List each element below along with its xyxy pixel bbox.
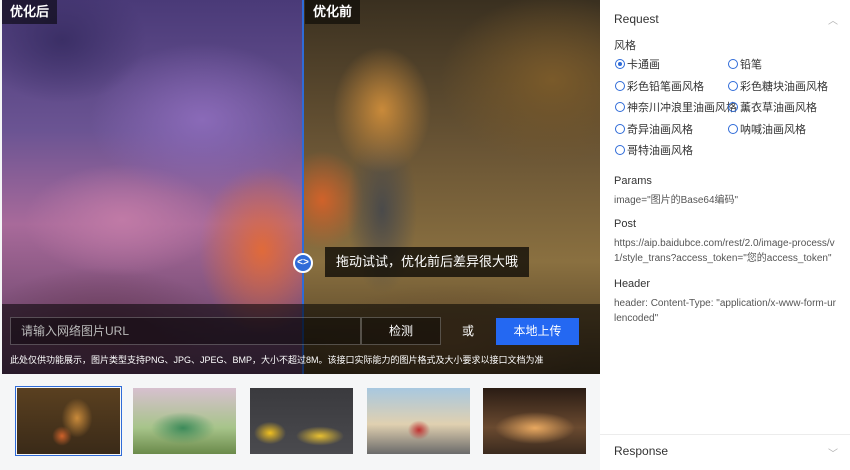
style-option-label: 薰衣草油画风格 — [740, 102, 817, 114]
params-body: image="图片的Base64编码" — [614, 195, 739, 206]
header-body: header: Content-Type: "application/x-www… — [614, 298, 836, 324]
response-title: Response — [614, 444, 669, 458]
style-label: 风格 — [614, 40, 636, 52]
post-url: https://aip.baidubce.com/rest/2.0/image-… — [614, 238, 835, 264]
radio-icon[interactable] — [728, 102, 738, 112]
chevron-up-icon[interactable]: ︿ — [828, 12, 838, 27]
thumbnail-girl-and-fox[interactable] — [15, 386, 122, 456]
detect-button[interactable]: 检测 — [361, 317, 441, 345]
style-option-label: 卡通画 — [627, 59, 660, 71]
url-bar: 检测 或 本地上传 此处仅供功能展示，图片类型支持PNG、JPG、JPEG、BM… — [2, 304, 600, 374]
style-option-cartoon[interactable]: 卡通画 — [615, 56, 660, 72]
chevron-down-icon[interactable]: ﹀ — [828, 445, 838, 460]
style-option-warm[interactable]: 彩色糖块油画风格 — [728, 78, 828, 94]
style-option-scream[interactable]: 呐喊油画风格 — [728, 121, 806, 137]
thumbnail-restaurant-interior[interactable] — [483, 388, 586, 454]
drag-handle-icon[interactable]: <> — [293, 253, 313, 273]
thumbnail-living-room[interactable] — [250, 388, 353, 454]
image-url-input[interactable] — [10, 317, 361, 345]
post-title: Post — [614, 218, 637, 230]
api-panel: Request ︿ 风格 卡通画 铅笔 彩色铅笔画风格 彩色糖块油画风格 神奈川… — [600, 0, 850, 470]
style-option-label: 彩色铅笔画风格 — [627, 81, 704, 93]
style-option-lavender[interactable]: 薰衣草油画风格 — [728, 99, 817, 115]
style-option-gothic[interactable]: 哥特油画风格 — [615, 142, 693, 158]
response-section-header[interactable]: Response ﹀ — [600, 434, 850, 470]
header-title: Header — [614, 278, 651, 290]
style-option-pencil[interactable]: 铅笔 — [728, 56, 762, 72]
thumbnail-train-cherry-blossom[interactable] — [133, 388, 236, 454]
style-option-label: 奇异油画风格 — [627, 124, 693, 136]
radio-icon[interactable] — [615, 145, 625, 155]
radio-icon[interactable] — [728, 81, 738, 91]
radio-icon[interactable] — [728, 59, 738, 69]
style-option-mononoke[interactable]: 奇异油画风格 — [615, 121, 693, 137]
params-title: Params — [614, 175, 652, 187]
radio-checked-icon[interactable] — [615, 59, 625, 69]
request-section-header[interactable]: Request ︿ — [600, 0, 850, 36]
demo-panel: <> 拖动试试，优化前后差异很大哦 优化后 优化前 检测 或 本地上传 此处仅供… — [0, 0, 600, 470]
before-label: 优化前 — [305, 0, 361, 24]
drag-hint-tooltip: 拖动试试，优化前后差异很大哦 — [325, 247, 530, 277]
radio-icon[interactable] — [615, 102, 625, 112]
radio-icon[interactable] — [728, 124, 738, 134]
usage-notice: 此处仅供功能展示，图片类型支持PNG、JPG、JPEG、BMP，大小不超过8M。… — [10, 355, 544, 365]
or-separator: 或 — [462, 324, 475, 338]
radio-icon[interactable] — [615, 81, 625, 91]
style-option-label: 哥特油画风格 — [627, 145, 693, 157]
app-root: <> 拖动试试，优化前后差异很大哦 优化后 优化前 检测 或 本地上传 此处仅供… — [0, 0, 850, 470]
style-option-label: 彩色糖块油画风格 — [740, 81, 828, 93]
style-option-label: 铅笔 — [740, 59, 762, 71]
style-option-wave[interactable]: 神奈川冲浪里油画风格 — [615, 99, 737, 115]
thumbnail-strip — [0, 374, 600, 470]
style-option-label: 呐喊油画风格 — [740, 124, 806, 136]
style-option-color-pencil[interactable]: 彩色铅笔画风格 — [615, 78, 704, 94]
after-label: 优化后 — [2, 0, 58, 24]
radio-icon[interactable] — [615, 124, 625, 134]
local-upload-button[interactable]: 本地上传 — [496, 318, 579, 345]
request-title: Request — [614, 12, 659, 26]
style-option-label: 神奈川冲浪里油画风格 — [627, 102, 737, 114]
thumbnail-car-road[interactable] — [367, 388, 470, 454]
